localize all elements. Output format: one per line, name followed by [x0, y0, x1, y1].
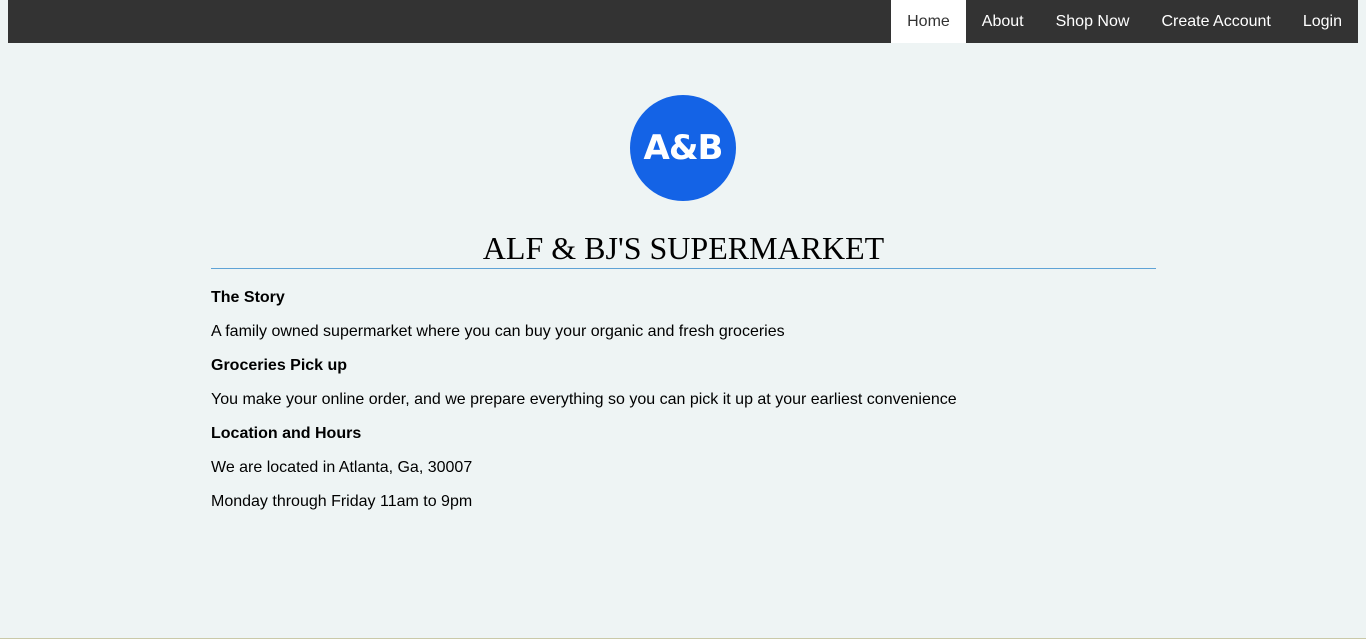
- section-text-hours: Monday through Friday 11am to 9pm: [211, 493, 473, 510]
- main-content: ALF & BJ'S SUPERMARKET The Story A famil…: [211, 229, 1156, 511]
- section-text-story: A family owned supermarket where you can…: [211, 323, 785, 340]
- logo-text: A&B: [643, 128, 724, 168]
- nav-item-about[interactable]: About: [966, 0, 1040, 43]
- section-text-pickup: You make your online order, and we prepa…: [211, 391, 957, 408]
- nav-item-login[interactable]: Login: [1287, 0, 1358, 43]
- section-heading-pickup: Groceries Pick up: [211, 357, 348, 374]
- brand-logo: A&B: [630, 95, 736, 201]
- section-heading-location: Location and Hours: [211, 425, 362, 442]
- nav-item-create-account[interactable]: Create Account: [1145, 0, 1286, 43]
- section-heading-story: The Story: [211, 289, 285, 306]
- page-title: ALF & BJ'S SUPERMARKET: [211, 229, 1156, 269]
- section-text-location: We are located in Atlanta, Ga, 30007: [211, 459, 473, 476]
- nav-item-home[interactable]: Home: [891, 0, 966, 43]
- top-navigation-bar: Home About Shop Now Create Account Login: [8, 0, 1358, 43]
- page: Home About Shop Now Create Account Login…: [0, 0, 1366, 639]
- nav-item-shop-now[interactable]: Shop Now: [1040, 0, 1146, 43]
